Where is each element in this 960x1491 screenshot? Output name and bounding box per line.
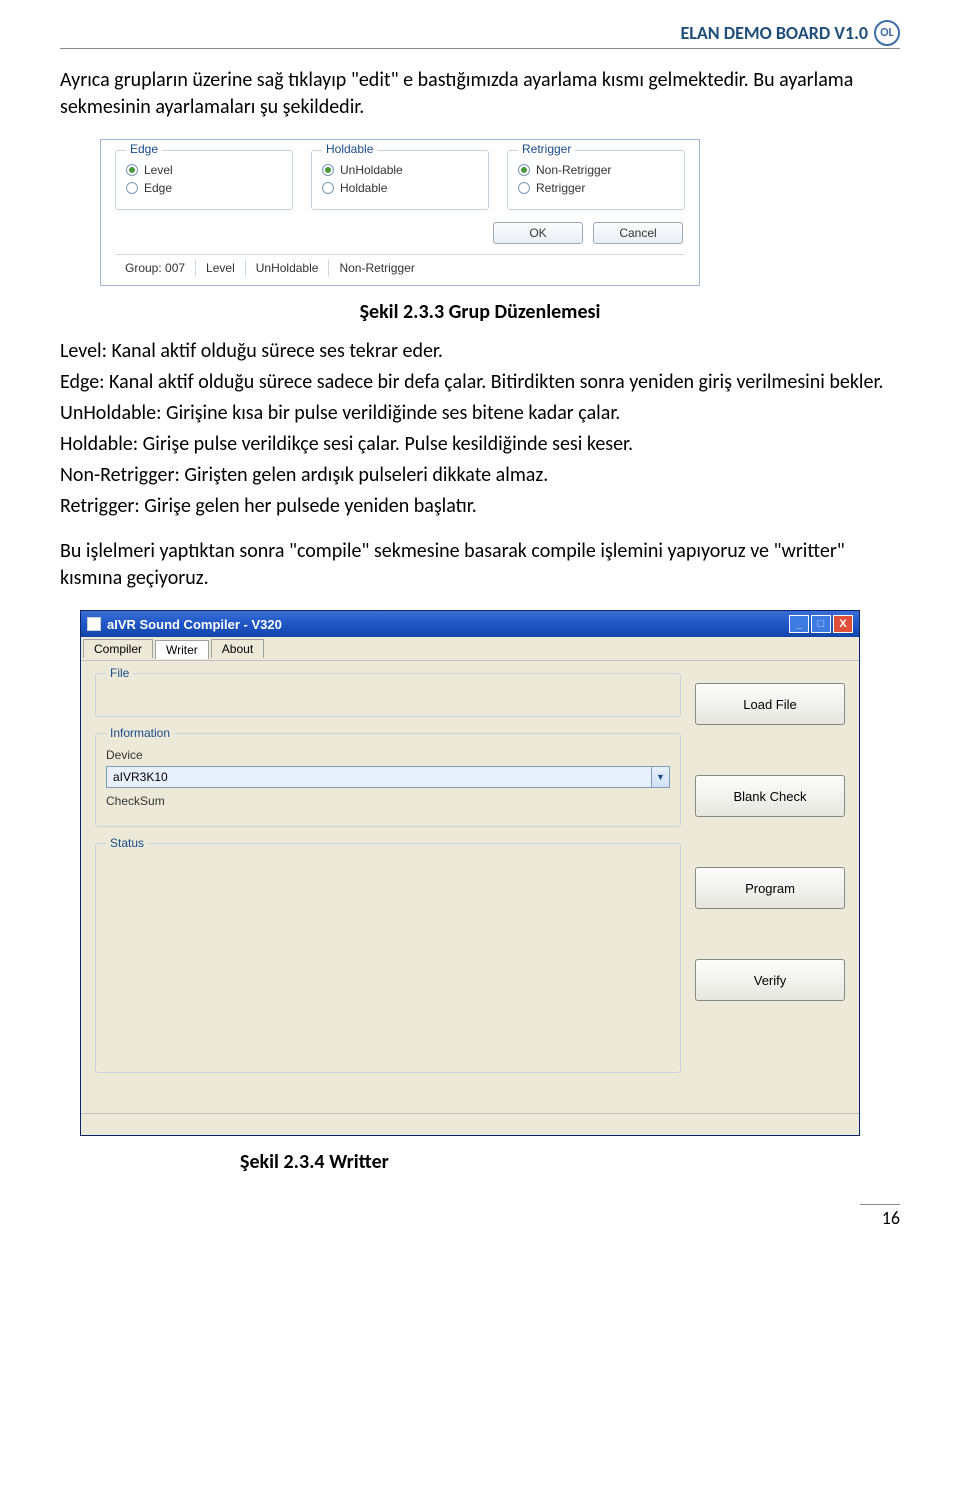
- radio-label: Retrigger: [536, 181, 585, 195]
- header-title: ELAN DEMO BOARD V1.0: [681, 22, 869, 44]
- close-button[interactable]: X: [833, 615, 853, 633]
- holdable-legend: Holdable: [322, 142, 377, 156]
- device-select[interactable]: aIVR3K10 ▼: [106, 766, 670, 788]
- radio-icon: [518, 182, 530, 194]
- figure-caption-1: Şekil 2.3.3 Grup Düzenlemesi: [60, 300, 900, 324]
- radio-retrigger[interactable]: Retrigger: [518, 181, 674, 195]
- ok-button[interactable]: OK: [493, 222, 583, 244]
- radio-icon: [126, 164, 138, 176]
- blank-check-button[interactable]: Blank Check: [695, 775, 845, 817]
- desc-level: Level: Kanal aktif olduğu sürece ses tek…: [60, 338, 900, 365]
- app-icon: [87, 617, 101, 631]
- window-statusbar: [81, 1113, 859, 1135]
- status-group: Status: [95, 843, 681, 1073]
- radio-label: UnHoldable: [340, 163, 403, 177]
- tab-writer[interactable]: Writer: [155, 640, 209, 659]
- paragraph-compile: Bu işlelmeri yaptıktan sonra "compile" s…: [60, 538, 900, 592]
- maximize-button[interactable]: □: [811, 615, 831, 633]
- checksum-label: CheckSum: [106, 794, 670, 808]
- radio-label: Level: [144, 163, 173, 177]
- page-number: 16: [860, 1204, 900, 1229]
- retrigger-group: Retrigger Non-Retrigger Retrigger: [507, 150, 685, 210]
- radio-icon: [126, 182, 138, 194]
- radio-icon: [322, 164, 334, 176]
- device-value: aIVR3K10: [107, 767, 651, 787]
- information-group: Information Device aIVR3K10 ▼ CheckSum: [95, 733, 681, 827]
- desc-non-retrigger: Non-Retrigger: Girişten gelen ardışık pu…: [60, 462, 900, 489]
- group-settings-dialog: Edge Level Edge Holdable UnHoldable Hold…: [100, 139, 700, 286]
- titlebar[interactable]: aIVR Sound Compiler - V320 _ □ X: [81, 611, 859, 637]
- radio-label: Edge: [144, 181, 172, 195]
- file-group: File: [95, 673, 681, 717]
- figure-caption-2: Şekil 2.3.4 Writter: [240, 1150, 900, 1174]
- tab-compiler[interactable]: Compiler: [83, 639, 153, 658]
- info-legend: Information: [106, 726, 174, 740]
- cancel-button[interactable]: Cancel: [593, 222, 683, 244]
- status-bar: Group: 007 Level UnHoldable Non-Retrigge…: [115, 254, 685, 277]
- desc-holdable: Holdable: Girişe pulse verildikçe sesi ç…: [60, 431, 900, 458]
- minimize-button[interactable]: _: [789, 615, 809, 633]
- chevron-down-icon: ▼: [651, 767, 669, 787]
- radio-non-retrigger[interactable]: Non-Retrigger: [518, 163, 674, 177]
- paragraph-intro: Ayrıca grupların üzerine sağ tıklayıp "e…: [60, 67, 900, 121]
- sound-compiler-window: aIVR Sound Compiler - V320 _ □ X Compile…: [80, 610, 860, 1136]
- tab-bar: Compiler Writer About: [81, 637, 859, 661]
- status-level: Level: [196, 259, 246, 277]
- device-label: Device: [106, 748, 670, 762]
- radio-label: Holdable: [340, 181, 387, 195]
- page-header: ELAN DEMO BOARD V1.0 OL: [60, 20, 900, 49]
- radio-unholdable[interactable]: UnHoldable: [322, 163, 478, 177]
- radio-edge[interactable]: Edge: [126, 181, 282, 195]
- ol-badge-icon: OL: [874, 20, 900, 46]
- status-legend: Status: [106, 836, 148, 850]
- status-holdable: UnHoldable: [246, 259, 330, 277]
- desc-retrigger: Retrigger: Girişe gelen her pulsede yeni…: [60, 493, 900, 520]
- radio-icon: [322, 182, 334, 194]
- radio-label: Non-Retrigger: [536, 163, 611, 177]
- radio-level[interactable]: Level: [126, 163, 282, 177]
- holdable-group: Holdable UnHoldable Holdable: [311, 150, 489, 210]
- program-button[interactable]: Program: [695, 867, 845, 909]
- window-title: aIVR Sound Compiler - V320: [107, 617, 282, 632]
- desc-edge: Edge: Kanal aktif olduğu sürece sadece b…: [60, 369, 900, 396]
- radio-icon: [518, 164, 530, 176]
- edge-group: Edge Level Edge: [115, 150, 293, 210]
- tab-about[interactable]: About: [211, 639, 264, 658]
- desc-unholdable: UnHoldable: Girişine kısa bir pulse veri…: [60, 400, 900, 427]
- file-legend: File: [106, 666, 133, 680]
- load-file-button[interactable]: Load File: [695, 683, 845, 725]
- status-group: Group: 007: [115, 259, 196, 277]
- verify-button[interactable]: Verify: [695, 959, 845, 1001]
- edge-legend: Edge: [126, 142, 162, 156]
- status-retrigger: Non-Retrigger: [329, 259, 424, 277]
- radio-holdable[interactable]: Holdable: [322, 181, 478, 195]
- retrigger-legend: Retrigger: [518, 142, 575, 156]
